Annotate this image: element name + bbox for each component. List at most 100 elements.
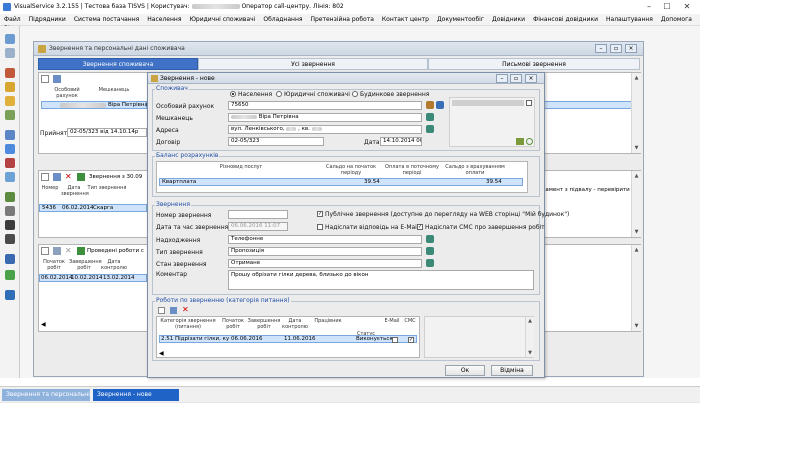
refresh-icon[interactable] bbox=[77, 247, 85, 255]
toolbar-chart-icon[interactable] bbox=[5, 110, 15, 120]
cancel-button[interactable]: Відміна bbox=[491, 365, 533, 376]
source-field[interactable]: Телефонне bbox=[228, 235, 422, 244]
menu-item-5[interactable]: Обладнання bbox=[259, 14, 306, 23]
toolbar-print-icon[interactable] bbox=[5, 220, 15, 230]
refresh-icon[interactable] bbox=[526, 138, 533, 145]
menu-item-2[interactable]: Система постачання bbox=[70, 14, 143, 23]
resident-field[interactable]: Віра Петрівна bbox=[228, 113, 422, 122]
new-doc-icon[interactable] bbox=[158, 307, 165, 314]
toolbar-wrench-icon[interactable] bbox=[5, 192, 15, 202]
tab-consumer-appeals[interactable]: Звернення споживача bbox=[38, 58, 198, 70]
table-row[interactable]: 06.02.2014 10.02.2014 13.02.2014 bbox=[39, 274, 147, 282]
dialog-minimize-button[interactable]: – bbox=[496, 74, 508, 83]
bgwin-minimize-button[interactable]: – bbox=[595, 44, 607, 53]
toolbar-doc-icon[interactable] bbox=[5, 130, 15, 140]
email-checkbox[interactable] bbox=[317, 224, 323, 230]
table-row[interactable]: 2.51 Підрізати гілки, ку 06.06.2016 11.0… bbox=[159, 335, 417, 343]
dialog-close-button[interactable]: × bbox=[525, 74, 537, 83]
refresh-icon[interactable] bbox=[77, 173, 85, 181]
table-row[interactable]: 5436 06.02.2014 Скарга bbox=[39, 204, 147, 212]
search-icon[interactable] bbox=[426, 101, 434, 109]
lookup-icon[interactable] bbox=[426, 259, 434, 267]
menu-item-12[interactable]: Допомога bbox=[657, 14, 696, 23]
menu-item-4[interactable]: Юридичні споживачі bbox=[185, 14, 259, 23]
date-field[interactable]: 14.10.2014 00 bbox=[380, 137, 422, 146]
edit-icon[interactable] bbox=[53, 75, 61, 83]
tab-written-appeals[interactable]: Письмові звернення bbox=[428, 58, 640, 70]
task-consumer-window[interactable]: Звернення та персональні дані bbox=[2, 389, 105, 401]
tab-all-appeals[interactable]: Усі звернення bbox=[198, 58, 428, 70]
scrollbar[interactable]: ▲ ▼ bbox=[631, 73, 641, 153]
menu-item-3[interactable]: Населення bbox=[143, 14, 185, 23]
number-field[interactable] bbox=[228, 210, 288, 219]
menu-item-7[interactable]: Контакт центр bbox=[378, 14, 433, 23]
edit-icon[interactable] bbox=[170, 307, 177, 314]
menu-item-0[interactable]: Файл bbox=[0, 14, 25, 23]
edit-icon[interactable] bbox=[53, 173, 61, 181]
close-button[interactable]: ✕ bbox=[680, 2, 694, 12]
row-sms-checkbox[interactable]: ✓ bbox=[408, 337, 414, 343]
contract-field[interactable]: 02-05/323 bbox=[228, 137, 324, 146]
lookup-icon[interactable] bbox=[426, 247, 434, 255]
bgwin-maximize-button[interactable]: ▫ bbox=[610, 44, 622, 53]
dialog-maximize-button[interactable]: ▫ bbox=[510, 74, 522, 83]
menu-item-1[interactable]: Підрядники bbox=[25, 14, 70, 23]
menu-item-10[interactable]: Фінансові довідники bbox=[529, 14, 602, 23]
state-field[interactable]: Отримане bbox=[228, 259, 422, 268]
minimize-button[interactable]: – bbox=[642, 2, 656, 12]
radio-legal[interactable] bbox=[276, 91, 282, 97]
toolbar-chat-icon[interactable] bbox=[5, 270, 15, 280]
address-field[interactable]: вул. Ленківського, , кв. bbox=[228, 125, 422, 134]
task-new-appeal[interactable]: Звернення - нове bbox=[93, 389, 179, 401]
lookup-icon[interactable] bbox=[426, 125, 434, 133]
ok-button[interactable]: Ок bbox=[445, 365, 485, 376]
menu-item-11[interactable]: Налаштування bbox=[602, 14, 657, 23]
table-row[interactable]: Віра Петрівна bbox=[41, 101, 148, 109]
scrollbar[interactable]: ▲ ▼ bbox=[525, 317, 534, 357]
delete-icon[interactable]: ✕ bbox=[65, 173, 73, 181]
toolbar-calc-icon[interactable] bbox=[5, 234, 15, 244]
new-doc-icon[interactable] bbox=[41, 247, 49, 255]
menu-item-6[interactable]: Претензійна робота bbox=[306, 14, 377, 23]
comment-textarea[interactable]: Прошу обрізати гілки дерева, близько до … bbox=[228, 270, 534, 290]
table-row[interactable]: Квартплата 39.54 39.54 bbox=[159, 178, 523, 186]
new-doc-icon[interactable] bbox=[41, 75, 49, 83]
delete-icon[interactable]: ✕ bbox=[182, 306, 189, 314]
toolbar-folder-icon[interactable] bbox=[5, 82, 15, 92]
datetime-field[interactable]: 06.06.2016 11:07 bbox=[228, 222, 288, 231]
scroll-left-icon[interactable]: ◀ bbox=[41, 321, 46, 328]
account-field[interactable]: 75650 bbox=[228, 101, 422, 110]
toolbar-home-icon[interactable] bbox=[5, 34, 15, 44]
action-icon[interactable] bbox=[516, 138, 524, 145]
toolbar-report-icon[interactable] bbox=[5, 206, 15, 216]
type-field[interactable]: Пропозиція bbox=[228, 247, 422, 256]
new-doc-icon[interactable] bbox=[41, 173, 49, 181]
toolbar-users-icon[interactable] bbox=[5, 144, 15, 154]
toolbar-contacts-icon[interactable] bbox=[5, 158, 15, 168]
toolbar-list-icon[interactable] bbox=[5, 48, 15, 58]
toolbar-mail-icon[interactable] bbox=[5, 254, 15, 264]
scrollbar[interactable]: ▲ ▼ bbox=[631, 171, 641, 237]
scroll-left-icon[interactable]: ◀ bbox=[159, 350, 164, 357]
toolbar-calendar-icon[interactable] bbox=[5, 172, 15, 182]
menu-item-8[interactable]: Документообіг bbox=[433, 14, 488, 23]
accepted-field[interactable]: 02-05/323 від 14.10.14р bbox=[67, 128, 147, 137]
menu-item-9[interactable]: Довідники bbox=[488, 14, 529, 23]
bgwin-close-button[interactable]: × bbox=[625, 44, 637, 53]
toolbar-exit-icon[interactable] bbox=[5, 290, 15, 300]
lookup-icon[interactable] bbox=[426, 113, 434, 121]
side-panel-checkbox[interactable] bbox=[526, 100, 532, 106]
radio-population[interactable] bbox=[230, 91, 236, 97]
radio-building[interactable] bbox=[352, 91, 358, 97]
edit-icon[interactable] bbox=[53, 247, 61, 255]
person-icon[interactable] bbox=[436, 101, 444, 109]
row-email-checkbox[interactable] bbox=[392, 337, 398, 343]
maximize-button[interactable]: ☐ bbox=[660, 2, 674, 12]
lookup-icon[interactable] bbox=[426, 235, 434, 243]
toolbar-people-icon[interactable] bbox=[5, 96, 15, 106]
scrollbar[interactable]: ▲ ▼ bbox=[631, 245, 641, 331]
toolbar-tools-icon[interactable] bbox=[5, 68, 15, 78]
delete-icon[interactable]: ✕ bbox=[65, 247, 73, 255]
sms-checkbox[interactable]: ✓ bbox=[417, 224, 423, 230]
public-checkbox[interactable]: ✓ bbox=[317, 211, 323, 217]
